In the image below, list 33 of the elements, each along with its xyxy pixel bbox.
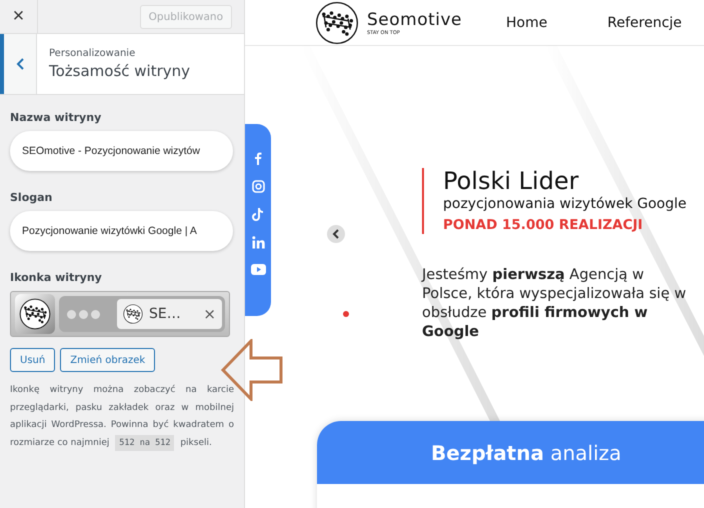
dots-icon — [67, 310, 100, 318]
tiktok-icon[interactable] — [252, 208, 264, 221]
back-button[interactable] — [0, 34, 37, 94]
linkedin-icon[interactable] — [252, 236, 264, 249]
brand-name: Seomotive — [367, 10, 462, 30]
chevron-left-icon — [332, 229, 340, 239]
back-icon — [16, 58, 24, 70]
tab-title: SE… — [149, 306, 181, 322]
input-field[interactable]: SEOmotive - Pozycjonowanie wizytów — [10, 131, 233, 171]
youtube-icon[interactable] — [250, 264, 266, 275]
action-button[interactable]: Usuń — [10, 348, 56, 372]
nav-link[interactable]: Referencje — [607, 14, 682, 30]
section-title: Tożsamość witryny — [49, 62, 190, 80]
instagram-icon[interactable] — [252, 180, 264, 193]
facebook-icon[interactable] — [254, 152, 262, 165]
card-title: Bezpłatna analiza — [431, 440, 622, 464]
action-button[interactable]: Zmień obrazek — [60, 348, 156, 372]
help-text: Ikonkę witryny można zobaczyć na karcie przeglądarki, pasku zakładek oraz w mobilnej aplikacji WordPressa. Powinna być kwadratem o rozmiarze co najmniej 512 na 512 pikseli. — [10, 382, 234, 452]
breadcrumb: Personalizowanie — [49, 48, 136, 59]
hero-title: Polski Lider — [443, 166, 580, 196]
slide-dot[interactable] — [343, 311, 349, 317]
tab-close: × — [203, 305, 216, 323]
nav-link[interactable]: Home — [506, 14, 548, 30]
hero-text: Jesteśmy pierwszą Agencją w Polsce, która wyspecjalizowała się w obsłudze profili firmowych w Google — [422, 266, 687, 342]
logo-icon — [19, 298, 51, 330]
hero-highlight: PONAD 15.000 REALIZACJI — [443, 217, 644, 233]
previous-slide-button[interactable] — [327, 225, 345, 243]
field-label: Nazwa witryny — [10, 111, 102, 124]
hero-subtitle: pozycjonowania wizytówek Google — [443, 196, 687, 212]
field-label: Ikonka witryny — [10, 271, 103, 284]
input-field[interactable]: Pozycjonowanie wizytówki Google | A — [10, 211, 233, 251]
field-label: Slogan — [10, 191, 54, 204]
logo-icon — [123, 304, 143, 324]
